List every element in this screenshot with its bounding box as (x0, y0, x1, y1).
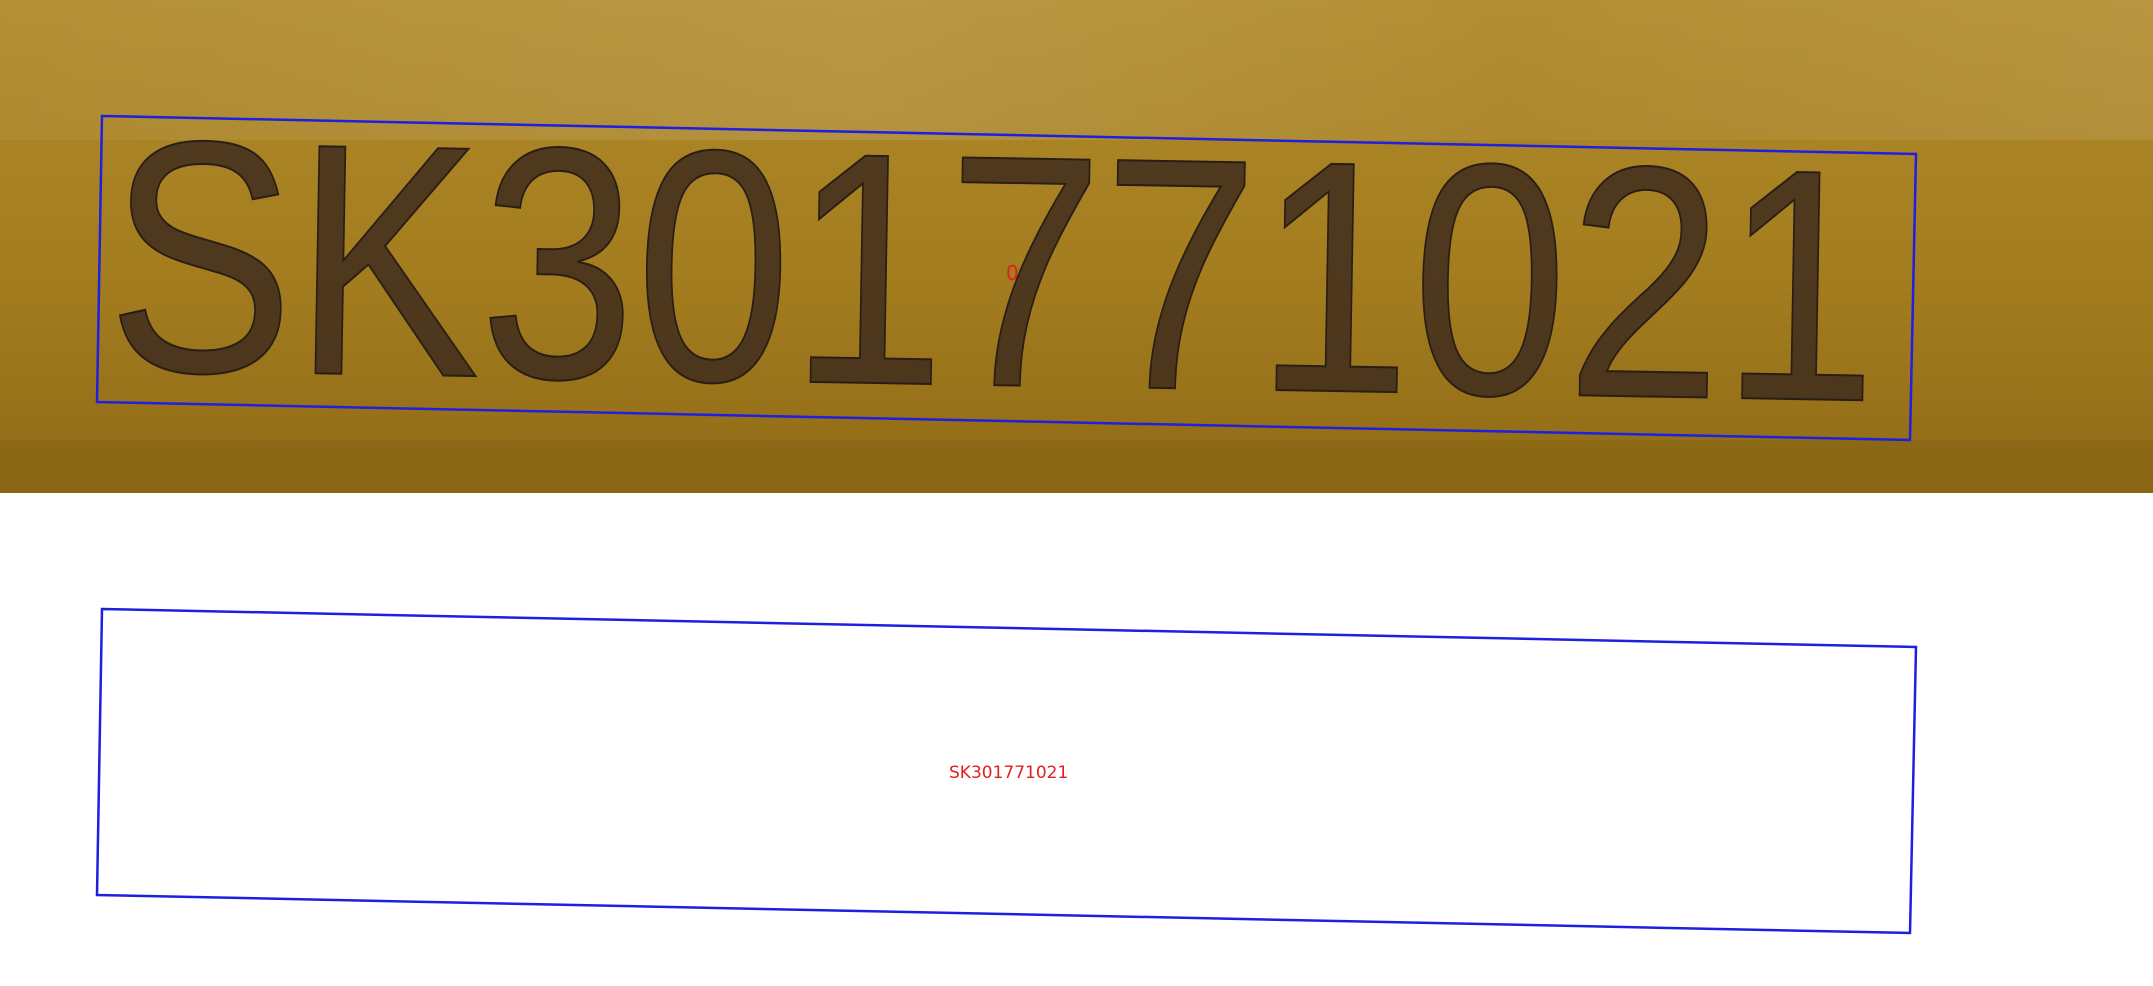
source-photo-panel: SK301771021 0 (0, 0, 2153, 493)
ocr-visualization: SK301771021 0 SK301771021 (0, 0, 2153, 986)
recognition-canvas: SK301771021 (95, 607, 1918, 935)
recognition-result-panel: SK301771021 (0, 493, 2153, 986)
source-photo: SK301771021 0 (0, 0, 2153, 493)
recognized-text: SK301771021 (949, 763, 1068, 783)
region-index-label: 0 (1006, 261, 1019, 285)
handwritten-serial-number: SK301771021 (105, 71, 1881, 471)
